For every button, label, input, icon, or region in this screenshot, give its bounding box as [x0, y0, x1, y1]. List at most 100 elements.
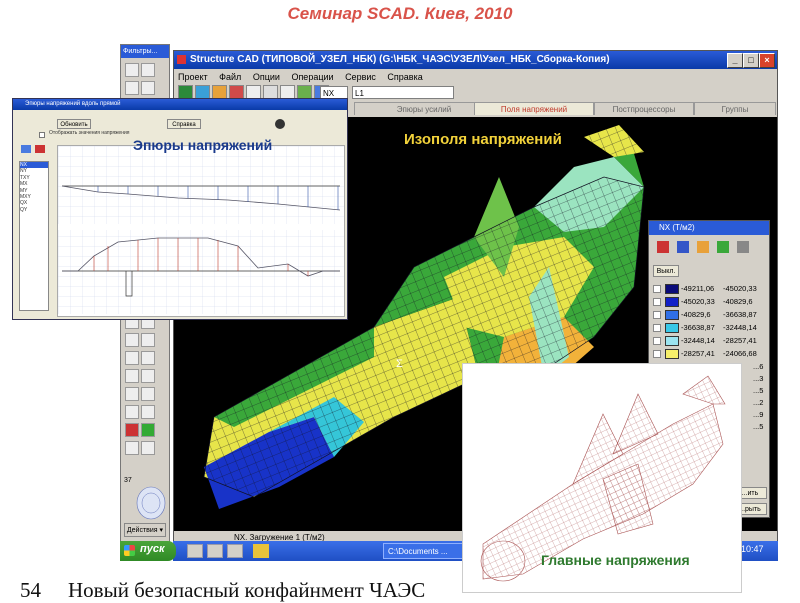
tool-icon[interactable] — [125, 369, 139, 383]
tool-icon[interactable] — [141, 63, 155, 77]
partial-value: ...5 — [753, 422, 764, 431]
legend-row: -36638,87 -32448,14 — [653, 322, 765, 334]
list-item[interactable]: QY — [20, 207, 48, 213]
legend-to: -28257,41 — [723, 336, 757, 345]
partial-value: ...6 — [753, 362, 764, 371]
quicklaunch-icon[interactable] — [227, 544, 243, 558]
tool-icon[interactable] — [141, 333, 155, 347]
windows-logo-icon — [124, 545, 135, 556]
legend-swatch — [665, 297, 679, 307]
slide-title: Семинар SCAD. Киев, 2010 — [287, 4, 513, 23]
stress-field-label: Изополя напряжений — [404, 131, 562, 148]
palette-icon[interactable] — [657, 241, 669, 253]
tab-force-epures[interactable]: Эпюры усилий — [354, 102, 494, 115]
mesh-thumbnail — [136, 486, 166, 520]
pointer-icon: Σ — [396, 358, 403, 370]
off-button[interactable]: Выкл. — [653, 265, 679, 277]
actions-button[interactable]: Действия ▾ — [124, 523, 166, 537]
print-icon[interactable] — [275, 119, 285, 129]
menu-project[interactable]: Проект — [178, 72, 208, 82]
clock: 10:47 — [741, 544, 764, 554]
show-values-label: Отображать значения напряжения — [49, 130, 130, 136]
menu-file[interactable]: Файл — [219, 72, 241, 82]
start-label: пуск — [140, 543, 165, 555]
epure-icon[interactable] — [35, 145, 45, 153]
slide-caption: Новый безопасный конфайнмент ЧАЭС — [68, 578, 426, 602]
tool-icon[interactable] — [125, 405, 139, 419]
palette-icon[interactable] — [717, 241, 729, 253]
legend-from: -32448,14 — [681, 336, 715, 345]
epure-plot-area — [57, 145, 345, 317]
epure-icon[interactable] — [21, 145, 31, 153]
legend-swatch — [665, 310, 679, 320]
tool-icon[interactable] — [125, 333, 139, 347]
legend-partial-values: ...6 ...3 ...5 ...2 ...9 ...5 — [753, 361, 763, 433]
go-icon[interactable] — [141, 423, 155, 437]
partial-value: ...9 — [753, 410, 764, 419]
legend-to: -24066,68 — [723, 349, 757, 358]
page-label: 37 — [124, 477, 132, 484]
tool-icon[interactable] — [125, 387, 139, 401]
epure-label: Эпюры напряжений — [133, 137, 273, 153]
update-button[interactable]: Обновить — [57, 119, 91, 129]
legend-checkbox[interactable] — [653, 350, 661, 358]
legend-checkbox[interactable] — [653, 285, 661, 293]
palette-icon[interactable] — [737, 241, 749, 253]
legend-titlebar: NX (Т/м2) — [649, 221, 769, 235]
tool-icon[interactable] — [141, 405, 155, 419]
tool-icon[interactable] — [141, 441, 155, 455]
partial-value: ...3 — [753, 374, 764, 383]
legend-from: -45020,33 — [681, 297, 715, 306]
maximize-button[interactable]: □ — [743, 53, 759, 68]
filter-panel-titlebar: Фильтры... — [121, 45, 169, 58]
tool-icon[interactable] — [125, 351, 139, 365]
tool-icon[interactable] — [141, 351, 155, 365]
window-title: Structure CAD (ТИПОВОЙ_УЗЕЛ_НБК) (G:\НБК… — [190, 54, 610, 65]
palette-icon[interactable] — [677, 241, 689, 253]
tool-icon[interactable] — [141, 387, 155, 401]
tool-icon[interactable] — [125, 441, 139, 455]
menu-help[interactable]: Справка — [387, 72, 422, 82]
menubar: Проект Файл Опции Операции Сервис Справк… — [174, 70, 777, 84]
legend-swatch — [665, 336, 679, 346]
partial-value: ...2 — [753, 398, 764, 407]
tool-icon[interactable] — [141, 81, 155, 95]
legend-row: -45020,33 -40829,6 — [653, 296, 765, 308]
stress-type-list[interactable]: NX NY TXY MX MY MXY QX QY — [19, 161, 49, 311]
folder-icon[interactable] — [253, 544, 269, 558]
task-item[interactable]: C:\Documents ... — [383, 543, 463, 559]
load-combo-value: L1 — [355, 89, 364, 98]
show-values-checkbox[interactable] — [39, 132, 45, 138]
minimize-button[interactable]: _ — [727, 53, 743, 68]
legend-checkbox[interactable] — [653, 324, 661, 332]
menu-options[interactable]: Опции — [253, 72, 280, 82]
close-button[interactable]: × — [759, 53, 775, 68]
palette-icon[interactable] — [697, 241, 709, 253]
quicklaunch-icon[interactable] — [207, 544, 223, 558]
legend-swatch — [665, 349, 679, 359]
help-button[interactable]: Справка — [167, 119, 201, 129]
quicklaunch-icon[interactable] — [187, 544, 203, 558]
epure-titlebar: Эпюры напряжений вдоль прямой — [13, 99, 347, 110]
legend-from: -49211,06 — [681, 284, 715, 293]
legend-swatch — [665, 284, 679, 294]
stress-epure-window: Эпюры напряжений вдоль прямой Обновить С… — [12, 98, 348, 320]
tool-icon[interactable] — [125, 81, 139, 95]
legend-to: -40829,6 — [723, 297, 753, 306]
tool-icon[interactable] — [125, 63, 139, 77]
tab-groups[interactable]: Группы — [694, 102, 776, 115]
start-button[interactable]: пуск — [120, 541, 176, 561]
legend-checkbox[interactable] — [653, 337, 661, 345]
menu-operations[interactable]: Операции — [291, 72, 333, 82]
record-icon[interactable] — [125, 423, 139, 437]
scad-titlebar: Structure CAD (ТИПОВОЙ_УЗЕЛ_НБК) (G:\НБК… — [174, 51, 777, 69]
tab-postprocessors[interactable]: Постпроцессоры — [594, 102, 694, 115]
legend-row: -40829,6 -36638,87 — [653, 309, 765, 321]
tool-icon[interactable] — [141, 369, 155, 383]
legend-checkbox[interactable] — [653, 311, 661, 319]
load-combo[interactable]: L1 — [352, 86, 454, 99]
tab-stress-fields[interactable]: Поля напряжений — [474, 102, 594, 115]
legend-to: -45020,33 — [723, 284, 757, 293]
menu-service[interactable]: Сервис — [345, 72, 376, 82]
legend-checkbox[interactable] — [653, 298, 661, 306]
